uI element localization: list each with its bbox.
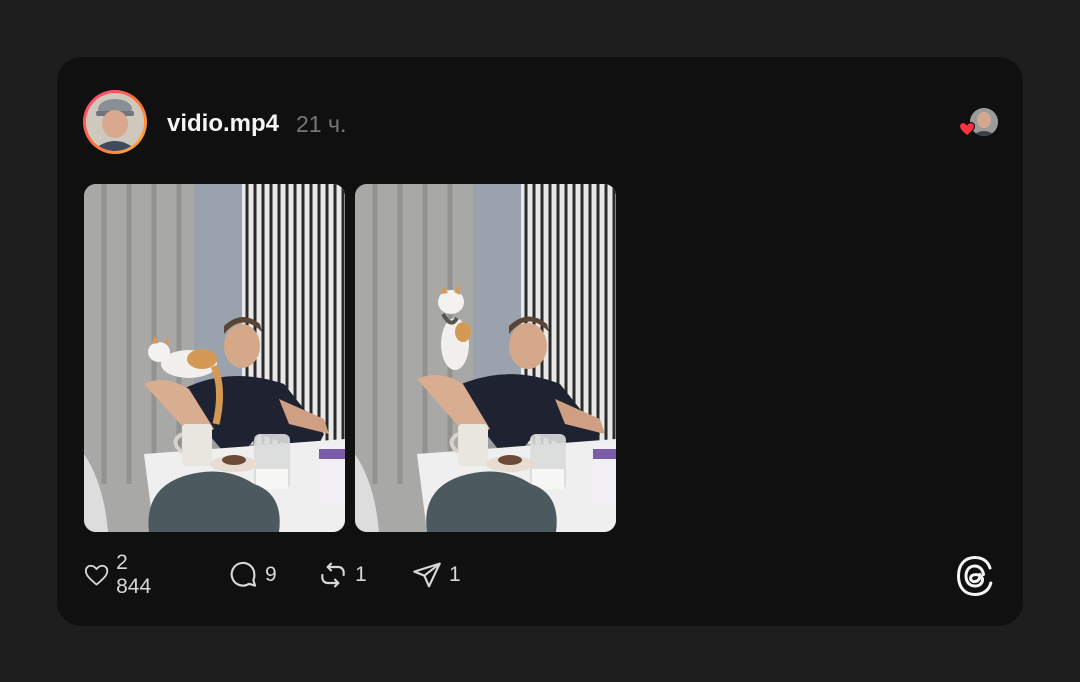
share-count: 1: [449, 563, 461, 586]
liked-by-indicator[interactable]: [956, 108, 1000, 138]
repost-button[interactable]: 1: [317, 557, 367, 593]
threads-logo-icon[interactable]: [955, 555, 995, 597]
author-username[interactable]: vidio.mp4: [167, 110, 279, 138]
author-avatar-image: [86, 93, 144, 151]
post-photo-2[interactable]: [355, 184, 616, 532]
speech-bubble-icon: [230, 561, 257, 587]
reply-button[interactable]: 9: [227, 557, 277, 593]
red-heart-icon: [958, 121, 976, 137]
reply-count: 9: [265, 563, 277, 586]
heart-icon: [84, 564, 109, 586]
author-avatar[interactable]: [83, 90, 147, 154]
repost-count: 1: [355, 563, 367, 586]
like-count: 2 844: [116, 551, 152, 598]
share-button[interactable]: 1: [411, 557, 461, 593]
post-timestamp: 21 ч.: [296, 111, 347, 137]
page: vidio.mp4 21 ч. 2 844 9 1 1: [0, 0, 1080, 682]
repost-arrows-icon: [321, 562, 345, 588]
post-photo-1[interactable]: [84, 184, 345, 532]
paper-plane-icon: [413, 562, 441, 588]
post-card: vidio.mp4 21 ч. 2 844 9 1 1: [57, 57, 1023, 626]
like-button[interactable]: 2 844: [83, 551, 158, 598]
